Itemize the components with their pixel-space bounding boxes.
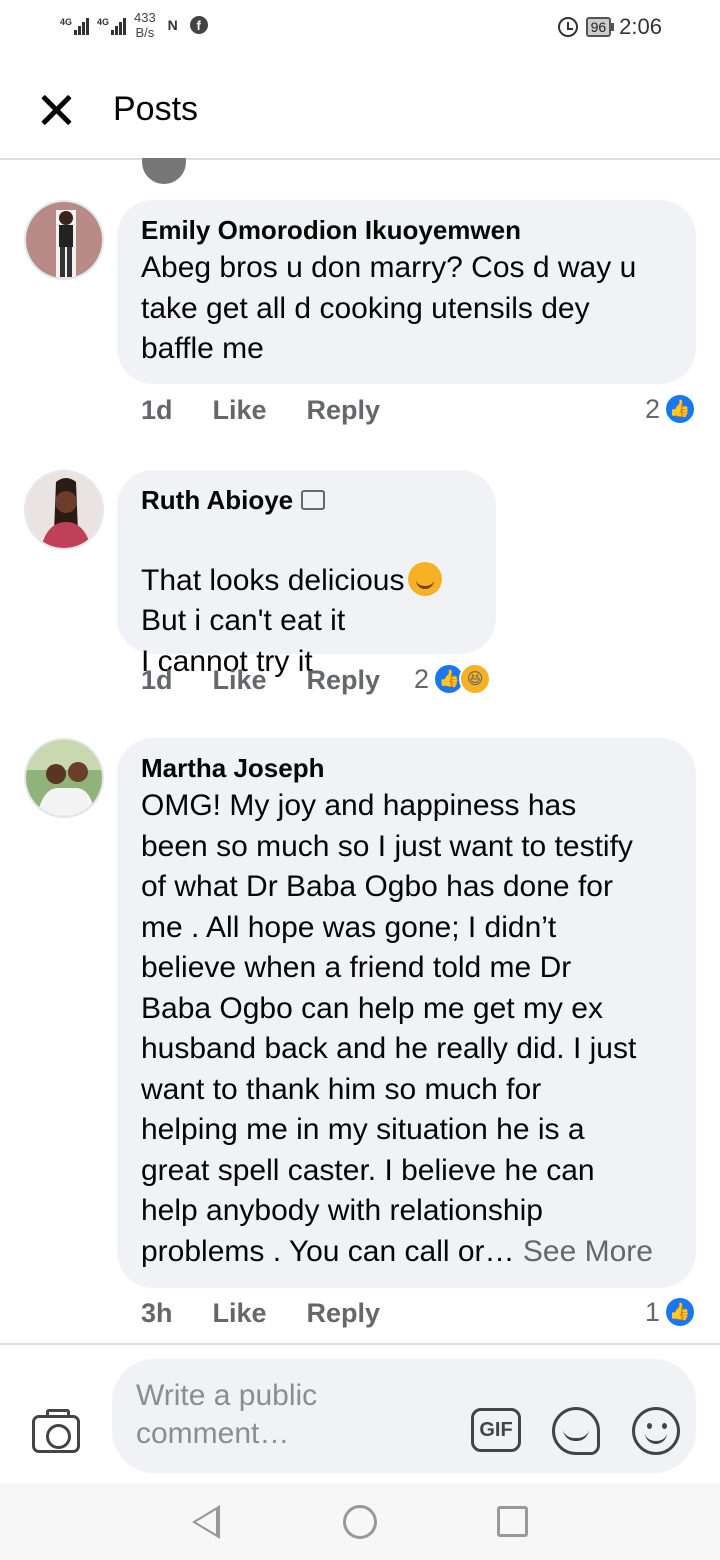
signal-2-label: 4G xyxy=(97,17,110,27)
home-icon[interactable] xyxy=(343,1505,377,1539)
system-nav-bar xyxy=(0,1483,720,1560)
reaction-summary[interactable]: 2 👍 xyxy=(645,393,696,425)
like-button[interactable]: Like xyxy=(213,395,267,426)
comment-text: OMG! My joy and happiness has been so mu… xyxy=(141,786,672,1272)
alarm-icon xyxy=(557,17,578,37)
yum-emoji-icon xyxy=(408,561,443,596)
signal-1-icon: 4G xyxy=(60,15,89,35)
signal-1-label: 4G xyxy=(60,17,73,27)
comment-composer: Write a public comment… GIF xyxy=(0,1343,720,1483)
comment-text: Abeg bros u don marry? Cos d way u take … xyxy=(141,251,637,365)
status-right: 96 2:06 xyxy=(557,14,662,40)
emoji-icon[interactable] xyxy=(632,1407,680,1455)
n-icon: N xyxy=(167,17,178,33)
status-bar: 4G 4G 433 B/s N f 96 2:06 xyxy=(0,0,720,60)
comment-input[interactable]: Write a public comment… GIF xyxy=(112,1359,696,1473)
comment-author[interactable]: Emily Omorodion Ikuoyemwen xyxy=(141,214,672,246)
network-speed-value: 433 xyxy=(134,10,156,25)
header: Posts xyxy=(0,60,720,160)
reaction-count: 2 xyxy=(644,393,660,424)
status-left: 4G 4G 433 B/s N f xyxy=(60,10,208,40)
network-speed: 433 B/s xyxy=(134,10,156,40)
comment-text-body: OMG! My joy and happiness has been so mu… xyxy=(141,789,637,1268)
recents-icon[interactable] xyxy=(497,1506,528,1537)
avatar[interactable] xyxy=(24,200,104,280)
signal-2-icon: 4G xyxy=(97,15,126,35)
comment-actions: 1d Like Reply xyxy=(141,395,380,426)
comment-time[interactable]: 1d xyxy=(141,665,173,696)
reply-button[interactable]: Reply xyxy=(307,665,381,696)
comment-text-line1: That looks delicious xyxy=(141,563,405,597)
like-button[interactable]: Like xyxy=(213,1298,267,1329)
reply-button[interactable]: Reply xyxy=(307,1298,381,1329)
photo-icon xyxy=(301,490,326,510)
comment-author[interactable]: Martha Joseph xyxy=(141,752,672,784)
comment-bubble[interactable]: Ruth Abioye That looks delicious But i c… xyxy=(117,470,496,678)
comment-time[interactable]: 3h xyxy=(141,1298,173,1329)
camera-icon[interactable] xyxy=(32,1409,80,1453)
reply-button[interactable]: Reply xyxy=(307,395,381,426)
haha-reaction-icon: 😆 xyxy=(459,663,492,695)
comment-bubble[interactable]: Emily Omorodion Ikuoyemwen Abeg bros u d… xyxy=(117,200,696,384)
see-more-link[interactable]: See More xyxy=(523,1235,653,1268)
reaction-count: 2 xyxy=(414,663,430,694)
clock: 2:06 xyxy=(619,14,662,39)
close-icon[interactable] xyxy=(36,90,76,130)
comment-actions: 1d Like Reply xyxy=(141,665,380,696)
comment-actions: 3h Like Reply xyxy=(141,1298,380,1329)
avatar[interactable] xyxy=(24,470,104,550)
like-reaction-icon: 👍 xyxy=(664,393,696,425)
comment-author[interactable]: Ruth Abioye xyxy=(141,484,293,516)
network-speed-unit: B/s xyxy=(135,25,155,40)
like-reaction-icon: 👍 xyxy=(664,1296,696,1328)
page-title: Posts xyxy=(113,90,199,128)
back-icon[interactable] xyxy=(192,1505,220,1539)
reaction-count: 1 xyxy=(644,1296,660,1327)
avatar[interactable] xyxy=(24,738,104,818)
battery-icon: 96 xyxy=(585,17,614,37)
gif-button[interactable]: GIF xyxy=(471,1408,521,1452)
reaction-summary[interactable]: 1 👍 xyxy=(645,1296,696,1328)
comment-bubble[interactable]: Martha Joseph OMG! My joy and happiness … xyxy=(117,738,696,1288)
comment-time[interactable]: 1d xyxy=(141,395,173,426)
like-button[interactable]: Like xyxy=(213,665,267,696)
facebook-icon: f xyxy=(189,16,208,34)
comment-author-row: Ruth Abioye xyxy=(141,484,472,516)
reaction-summary[interactable]: 2 👍 😆 xyxy=(414,663,492,695)
sticker-icon[interactable] xyxy=(552,1407,600,1455)
comment-input-placeholder: Write a public comment… xyxy=(136,1379,318,1450)
